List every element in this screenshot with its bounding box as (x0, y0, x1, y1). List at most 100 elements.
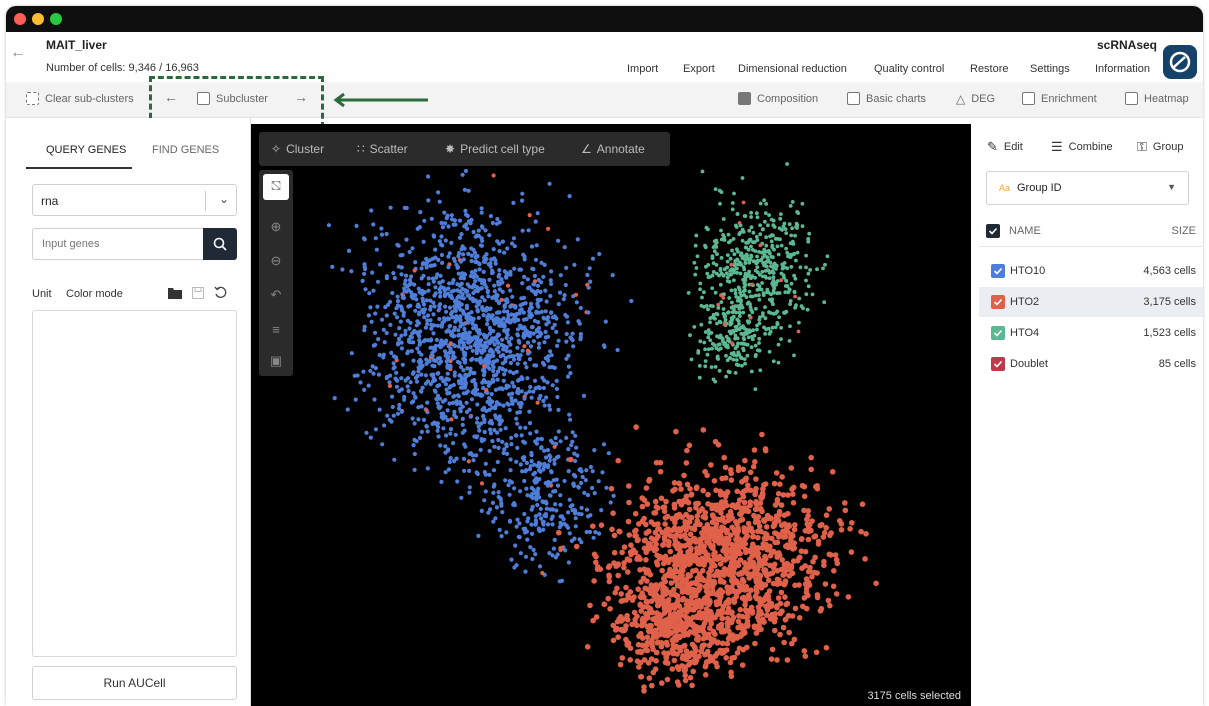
cell-point (399, 376, 404, 381)
basic-charts-button[interactable]: Basic charts (847, 92, 926, 105)
menu-dimensional-reduction[interactable]: Dimensional reduction (738, 63, 847, 75)
cell-point (417, 290, 422, 295)
cell-point (452, 373, 457, 378)
predict-cell-type-tool[interactable]: ✸ Predict cell type (445, 142, 545, 156)
cell-point (433, 389, 438, 394)
folder-icon[interactable] (168, 287, 182, 299)
cell-point (500, 337, 505, 342)
enrichment-button[interactable]: Enrichment (1022, 92, 1097, 105)
cell-point (773, 530, 779, 537)
cell-point (808, 268, 812, 272)
menu-export[interactable]: Export (683, 63, 715, 75)
search-button[interactable] (203, 228, 237, 260)
cell-point (488, 347, 493, 352)
cell-point (729, 655, 735, 661)
cell-point (332, 396, 337, 401)
cell-point (815, 538, 822, 545)
cell-point (710, 341, 715, 346)
cell-point (517, 340, 522, 345)
tab-query-genes[interactable]: QUERY GENES (46, 144, 126, 156)
run-aucell-button[interactable]: Run AUCell (32, 666, 237, 700)
cell-point (790, 484, 797, 491)
cell-point (443, 238, 448, 243)
cluster-tool[interactable]: ✧ Cluster (271, 142, 324, 156)
adjust-sliders-icon[interactable]: ≡ (263, 316, 289, 342)
cell-point (682, 606, 688, 613)
cell-point (734, 560, 741, 566)
cell-point (494, 338, 499, 343)
cell-point (738, 297, 743, 302)
cell-point (729, 288, 734, 293)
group-checkbox[interactable] (991, 295, 1005, 309)
cell-point (729, 316, 734, 320)
composition-button[interactable]: Composition (738, 92, 818, 105)
cell-point (474, 233, 480, 238)
reset-view-icon[interactable]: ↶ (263, 282, 289, 308)
group-button[interactable]: ⚿ Group (1137, 139, 1183, 155)
group-select[interactable]: Aa Group ID ▼ (986, 171, 1189, 205)
close-window-button[interactable] (14, 13, 26, 25)
menu-settings[interactable]: Settings (1030, 63, 1070, 75)
group-checkbox[interactable] (991, 326, 1005, 340)
group-row[interactable]: HTO10 4,563 cells (979, 256, 1203, 286)
cell-point (812, 554, 818, 561)
cells-scatter[interactable] (251, 124, 971, 706)
group-checkbox[interactable] (991, 264, 1005, 278)
group-row[interactable]: Doublet 85 cells (979, 349, 1203, 379)
back-arrow-icon[interactable]: ← (10, 44, 26, 62)
menu-quality-control[interactable]: Quality control (874, 63, 944, 75)
scatter-plot[interactable]: ✧ Cluster ∷ Scatter ✸ Predict cell type ∠ An… (251, 124, 971, 706)
cell-point (725, 597, 732, 603)
edit-button[interactable]: ✎ Edit (987, 139, 1023, 155)
group-row[interactable]: HTO4 1,523 cells (979, 318, 1203, 348)
cell-point (507, 492, 512, 497)
zoom-in-icon[interactable]: ⊕ (263, 214, 289, 240)
assay-select[interactable]: rna ⌄ (32, 184, 237, 216)
minimize-window-button[interactable] (32, 13, 44, 25)
cell-point (432, 420, 437, 425)
cell-point (539, 280, 544, 285)
cell-point (395, 294, 400, 299)
cell-point (471, 458, 476, 463)
gene-list-box[interactable] (32, 310, 237, 657)
annotate-tool[interactable]: ∠ Annotate (581, 142, 645, 156)
save-icon[interactable] (192, 286, 204, 299)
combine-button[interactable]: ☰ Combine (1051, 139, 1113, 155)
cell-point (492, 321, 497, 326)
gene-input[interactable] (33, 229, 203, 259)
cell-point (556, 338, 561, 343)
zoom-out-icon[interactable]: ⊖ (263, 248, 289, 274)
cell-point (735, 266, 739, 271)
tab-find-genes[interactable]: FIND GENES (152, 144, 219, 156)
cell-point (720, 525, 727, 531)
zoom-window-button[interactable] (50, 13, 62, 25)
cell-point (532, 378, 538, 383)
lasso-select-icon[interactable]: ⛞ (263, 174, 289, 200)
download-image-icon[interactable]: ▣ (263, 348, 289, 374)
group-checkbox[interactable] (991, 357, 1005, 371)
cell-point (634, 658, 641, 664)
menu-import[interactable]: Import (627, 63, 658, 75)
unit-label: Unit (32, 288, 52, 300)
heatmap-button[interactable]: Heatmap (1125, 92, 1189, 105)
cell-point (713, 599, 720, 605)
cell-point (441, 426, 446, 431)
menu-restore[interactable]: Restore (970, 63, 1009, 75)
cell-point (447, 401, 452, 406)
app-window: ← MAIT_liver Number of cells: 9,346 / 16… (6, 6, 1203, 706)
group-row[interactable]: HTO2 3,175 cells (979, 287, 1203, 317)
cell-point (817, 522, 823, 529)
reset-icon[interactable] (214, 286, 227, 299)
deg-button[interactable]: △ DEG (956, 92, 995, 106)
cell-point (375, 279, 381, 284)
cell-point (488, 431, 493, 436)
menu-information[interactable]: Information (1095, 63, 1150, 75)
cell-point (781, 561, 788, 568)
clear-subclusters-button[interactable]: Clear sub-clusters (26, 92, 134, 105)
cell-point (549, 281, 554, 286)
scatter-tool[interactable]: ∷ Scatter (357, 142, 408, 156)
cell-point (600, 470, 605, 475)
cell-point (500, 239, 505, 244)
select-all-checkbox[interactable] (986, 224, 1000, 238)
cell-point (749, 345, 754, 350)
